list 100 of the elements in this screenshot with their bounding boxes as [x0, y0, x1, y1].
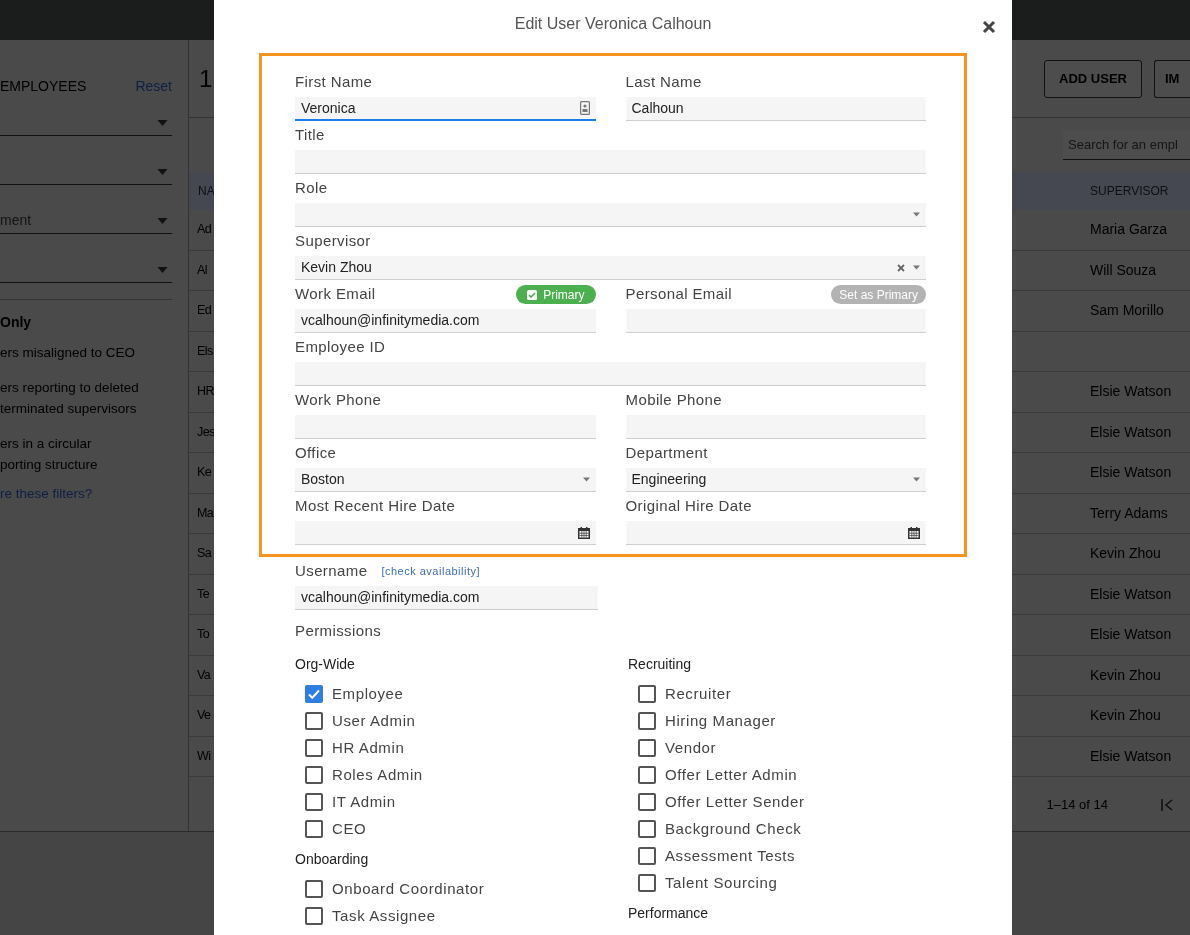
help-link[interactable]: re these filters? — [0, 484, 93, 505]
select-field[interactable]: Boston — [295, 468, 596, 492]
checkbox-label: Offer Letter Sender — [665, 791, 805, 812]
field-label: Employee ID — [295, 337, 386, 358]
checkbox[interactable] — [305, 685, 323, 703]
checkbox-label: HR Admin — [332, 737, 405, 758]
toolbar-button[interactable]: IM — [1154, 59, 1190, 98]
field-label: Original Hire Date — [625, 496, 752, 517]
input-field[interactable] — [295, 415, 596, 439]
checkbox-label: Background Check — [665, 818, 802, 839]
caret-icon — [157, 266, 168, 273]
filter-option[interactable]: ers in a circular porting structure — [0, 433, 172, 475]
input-field[interactable]: Veronica — [295, 97, 596, 121]
caret-icon — [157, 168, 168, 175]
checkbox[interactable] — [305, 793, 323, 811]
field-label: Supervisor — [295, 231, 371, 252]
table-cell-text: Wi — [197, 747, 211, 765]
clear-icon[interactable] — [897, 263, 905, 272]
date-field[interactable] — [625, 521, 926, 545]
table-cell-text: Elsie Watson — [1090, 625, 1173, 645]
checkbox[interactable] — [305, 880, 323, 898]
input-field[interactable] — [295, 150, 926, 174]
field-label: First Name — [295, 72, 373, 93]
input-field[interactable] — [295, 362, 926, 386]
primary-badge[interactable]: Set as Primary — [831, 285, 926, 304]
checkbox-label: User Admin — [332, 710, 416, 731]
checkbox[interactable] — [638, 847, 656, 865]
checkbox-label: Hiring Manager — [665, 710, 776, 731]
field-label: Department — [625, 443, 708, 464]
table-cell-text: Ed — [197, 302, 212, 320]
column-header: SUPERVISOR — [1090, 183, 1170, 200]
section-title: Permissions — [295, 621, 382, 641]
checkbox-label: Recruiter — [665, 683, 732, 704]
calendar-icon[interactable] — [908, 526, 920, 539]
input-field[interactable] — [625, 415, 926, 439]
field-label: Username — [295, 561, 368, 582]
table-cell-text: Maria Garza — [1090, 220, 1169, 240]
checkbox-label: Talent Sourcing — [665, 872, 778, 893]
checkbox-label: Assessment Tests — [665, 845, 796, 866]
caret-icon — [913, 477, 920, 482]
field-label: Most Recent Hire Date — [295, 496, 456, 517]
checkbox[interactable] — [638, 766, 656, 784]
select-field[interactable] — [295, 203, 926, 227]
table-cell-text: Va — [197, 666, 211, 684]
section-title: Only — [0, 313, 33, 332]
checkbox[interactable] — [305, 739, 323, 757]
sidebar-heading: EMPLOYEES — [0, 76, 87, 96]
table-cell-text: Ad — [197, 221, 212, 239]
table-cell-text: Ve — [197, 707, 211, 725]
checkbox[interactable] — [638, 793, 656, 811]
field-label: Personal Email — [625, 284, 732, 305]
caret-icon — [157, 119, 168, 126]
checkbox[interactable] — [638, 820, 656, 838]
checkbox[interactable] — [638, 685, 656, 703]
group-title: Onboarding — [295, 849, 369, 869]
checkbox-label: Roles Admin — [332, 764, 423, 785]
checkbox[interactable] — [305, 766, 323, 784]
field-label: Title — [295, 125, 325, 146]
table-cell-text: Will Souza — [1090, 260, 1158, 280]
close-icon[interactable] — [982, 20, 996, 34]
checkbox[interactable] — [638, 874, 656, 892]
group-title: Org-Wide — [295, 654, 355, 674]
select-field[interactable]: Kevin Zhou — [295, 256, 926, 280]
input-field[interactable] — [625, 309, 926, 333]
checkbox[interactable] — [305, 820, 323, 838]
checkbox[interactable] — [638, 712, 656, 730]
table-cell-text: Elsie Watson — [1090, 584, 1173, 604]
primary-badge[interactable]: Primary — [516, 285, 596, 304]
calendar-icon[interactable] — [577, 526, 590, 539]
checkbox-label: IT Admin — [332, 791, 396, 812]
table-cell-text: Sa — [197, 545, 212, 563]
toolbar-button[interactable]: ADD USER — [1044, 59, 1142, 98]
field-label: Last Name — [625, 72, 702, 93]
table-cell-text: Ma — [197, 504, 214, 522]
input-field[interactable]: vcalhoun@infinitymedia.com — [295, 309, 596, 333]
input-field[interactable]: Calhoun — [625, 97, 926, 121]
check-availability-link[interactable]: [check availability] — [381, 563, 481, 580]
field-label: Work Email — [295, 284, 376, 305]
filter-option[interactable]: ers misaligned to CEO — [0, 342, 172, 363]
checkbox-label: Task Assignee — [332, 905, 436, 926]
checkbox[interactable] — [305, 907, 323, 925]
checkbox-label: Onboard Coordinator — [332, 878, 485, 899]
checkbox-label: CEO — [332, 818, 367, 839]
select-field[interactable]: Engineering — [625, 468, 926, 492]
table-cell-text: Kevin Zhou — [1090, 544, 1162, 564]
group-title: Performance — [628, 903, 709, 923]
table-cell-text: Kevin Zhou — [1090, 706, 1162, 726]
table-cell-text: Elsie Watson — [1090, 463, 1173, 483]
caret-icon — [913, 212, 920, 217]
checkbox-label: Vendor — [665, 737, 717, 758]
date-field[interactable] — [295, 521, 596, 545]
input-field[interactable]: vcalhoun@infinitymedia.com — [295, 586, 598, 610]
group-title: Recruiting — [628, 654, 692, 674]
checkbox[interactable] — [638, 739, 656, 757]
contact-card-icon[interactable] — [579, 101, 590, 115]
column-header: NA — [197, 183, 214, 200]
reset-link[interactable]: Reset — [135, 75, 172, 97]
filter-option[interactable]: ers reporting to deleted terminated supervisors — [0, 377, 172, 419]
field-label: Office — [295, 443, 337, 464]
checkbox[interactable] — [305, 712, 323, 730]
